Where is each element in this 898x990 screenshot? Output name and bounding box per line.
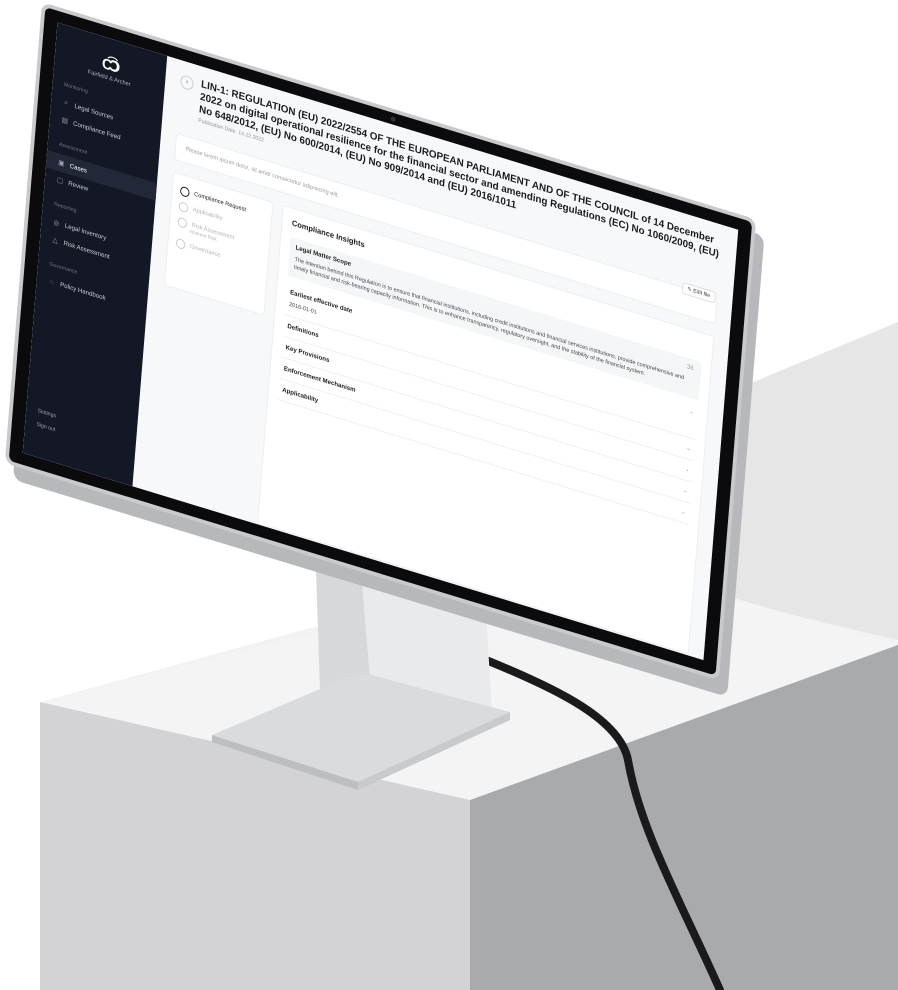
policy-icon: ◌ <box>49 278 54 287</box>
review-icon: ▢ <box>56 176 64 186</box>
compliance-insights-panel: Compliance Insights Legal Matter Scope 3… <box>257 204 715 655</box>
chevron-down-icon: ⌄ <box>682 487 688 495</box>
app-window: C͡Ↄ Fairfield & Archer Monitoring ⌕ Lega… <box>22 22 739 661</box>
inventory-icon: ◎ <box>53 219 60 228</box>
cases-icon: ▣ <box>57 159 65 168</box>
chevron-down-icon: ⌄ <box>680 508 687 517</box>
sidebar-item-label: Review <box>68 179 89 193</box>
chevron-down-icon: ⌄ <box>686 445 692 453</box>
back-button[interactable]: ‹ <box>179 73 195 92</box>
camera-dot <box>390 116 396 123</box>
step-circle-icon <box>178 200 189 214</box>
sidebar-item-label: Policy Handbook <box>59 281 106 303</box>
scope-count: 36 <box>686 363 694 373</box>
workflow-steps: Compliance Request Applicability Risk As… <box>163 171 274 316</box>
step-circle-icon <box>177 216 188 229</box>
chevron-up-icon: ⌃ <box>688 411 694 419</box>
step-circle-icon <box>175 237 186 251</box>
step-label: Governance <box>189 243 221 259</box>
step-circle-icon <box>179 185 190 199</box>
feed-icon: ▤ <box>61 116 69 126</box>
monitor-screen: C͡Ↄ Fairfield & Archer Monitoring ⌕ Lega… <box>4 2 757 681</box>
edit-file-label: Edit file <box>692 288 711 300</box>
warning-icon: △ <box>52 236 58 245</box>
search-icon: ⌕ <box>64 98 69 107</box>
main-content: ‹ LIN-1: REGULATION (EU) 2022/2554 OF TH… <box>132 56 738 660</box>
sidebar-item-label: Cases <box>69 162 88 175</box>
chevron-down-icon: ⌄ <box>684 466 690 474</box>
